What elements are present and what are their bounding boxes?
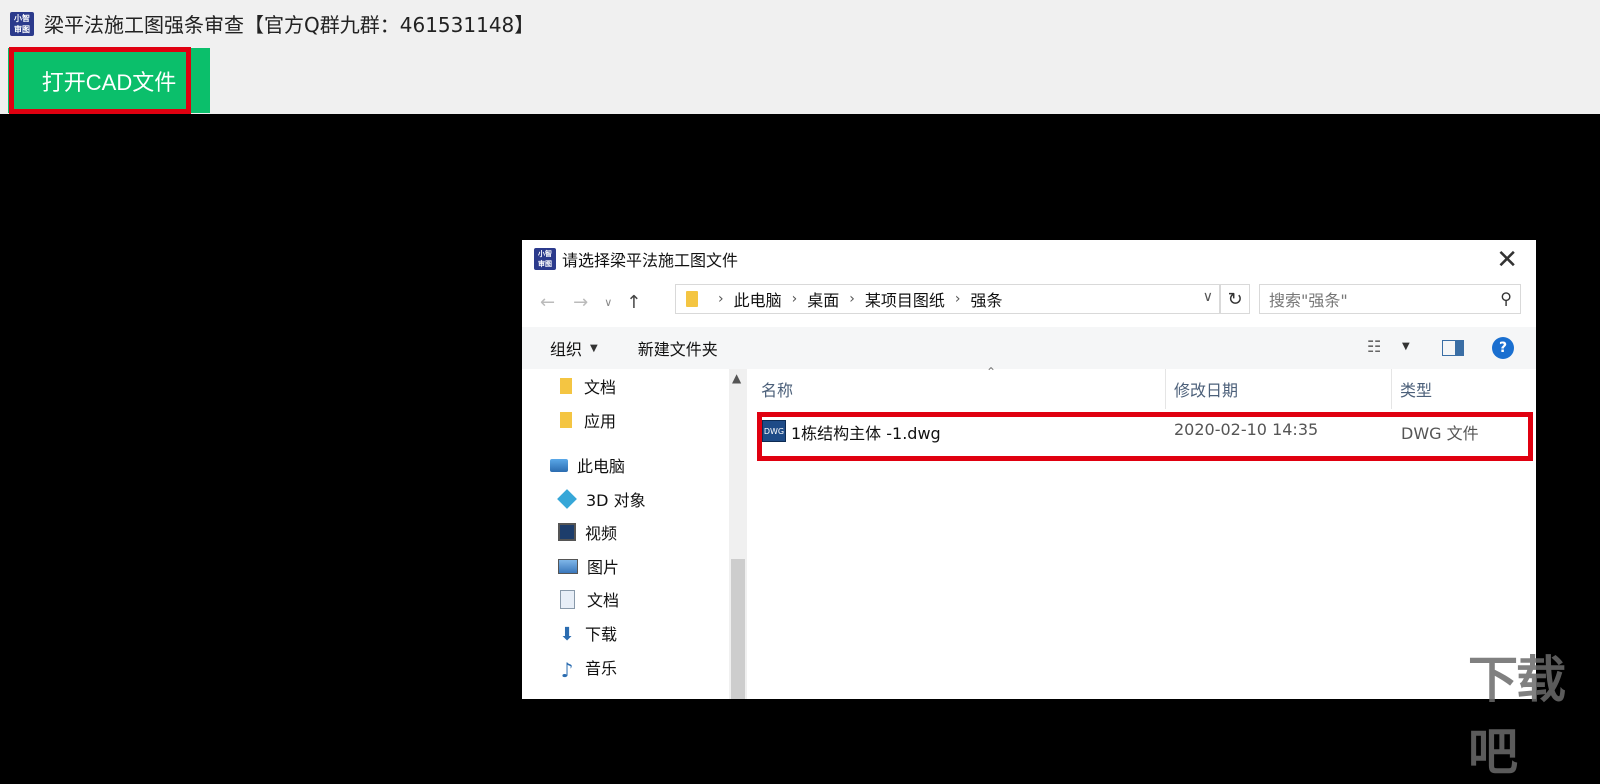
address-bar[interactable]: › 此电脑 › 桌面 › 某项目图纸 › 强条 ∨ [675,284,1220,314]
refresh-icon[interactable]: ↻ [1220,284,1250,314]
app-titlebar: 小智 审图 梁平法施工图强条审查【官方Q群九群：461531148】 [0,0,1600,47]
caret-down-icon: ▼ [590,342,598,354]
caret-down-icon[interactable]: ▼ [1402,341,1410,352]
nav-item-label: 应用 [584,412,617,431]
music-icon: ♪ [560,658,574,682]
nav-item-this-pc[interactable]: 此电脑 [550,450,625,480]
folder-icon [560,378,572,394]
nav-item-label: 下载 [585,625,618,644]
column-header-type[interactable]: 类型 [1392,369,1512,409]
preview-pane-icon[interactable] [1442,340,1464,356]
nav-item-apps-folder[interactable]: 应用 [560,405,616,435]
scroll-up-arrow-icon[interactable]: ▲ [732,371,741,385]
sort-ascending-icon: ⌃ [986,365,997,379]
open-cad-file-button[interactable]: 打开CAD文件 [8,48,210,113]
folder-icon [560,412,572,428]
breadcrumb-project-drawings[interactable]: 某项目图纸 [865,287,945,311]
nav-item-videos[interactable]: 视频 [558,517,617,547]
file-open-dialog: 小智 审图 请选择梁平法施工图文件 ✕ ← → ∨ ↑ › 此电脑 › 桌面 ›… [522,240,1536,699]
dialog-title: 请选择梁平法施工图文件 [562,251,739,270]
navigation-pane: 文档 应用 此电脑 3D 对象 视频 图片 文档 ⬇ 下载 ♪ 音乐 ▲ [522,369,747,699]
video-icon [558,523,576,541]
scroll-thumb[interactable] [731,559,745,699]
search-icon: ⚲ [1500,289,1512,308]
nav-item-label: 图片 [587,558,620,577]
command-bar: 组织 ▼ 新建文件夹 ☷ ▼ ? [522,327,1536,369]
nav-item-label: 此电脑 [577,457,626,476]
file-list: ⌃ 名称 修改日期 类型 DWG 1栋结构主体 -1.dwg 2020-02-1… [747,365,1536,699]
help-icon[interactable]: ? [1492,337,1514,359]
file-date: 2020-02-10 14:35 [1174,420,1319,439]
dialog-app-icon: 小智 审图 [534,248,556,270]
column-header-name[interactable]: ⌃ 名称 [761,365,1166,409]
folder-icon [686,291,698,307]
close-icon[interactable]: ✕ [1496,245,1518,275]
file-name: 1栋结构主体 -1.dwg [791,424,941,443]
search-input[interactable]: 搜索"强条" ⚲ [1259,284,1521,314]
nav-item-pictures[interactable]: 图片 [558,551,619,581]
chevron-right-icon: › [718,291,724,307]
nav-item-label: 3D 对象 [586,491,646,510]
file-row[interactable]: DWG 1栋结构主体 -1.dwg 2020-02-10 14:35 DWG 文… [747,409,1536,451]
column-header-date-label: 修改日期 [1174,381,1239,400]
nav-item-documents-folder[interactable]: 文档 [560,371,616,401]
nav-item-3d-objects[interactable]: 3D 对象 [557,484,646,514]
column-header-type-label: 类型 [1400,381,1433,400]
watermark-logo: 下载吧 [1468,651,1566,781]
computer-icon [550,458,568,472]
chevron-down-icon[interactable]: ∨ [1203,289,1213,305]
breadcrumb-this-pc[interactable]: 此电脑 [734,287,782,311]
main-toolbar: 打开CAD文件 [0,47,1600,115]
logo-text-top: 小智 [14,13,30,23]
back-arrow-icon[interactable]: ← [540,292,555,313]
nav-pane-scrollbar[interactable]: ▲ [729,369,747,699]
nav-item-label: 视频 [585,524,618,543]
column-header-date[interactable]: 修改日期 [1166,369,1392,409]
nav-item-documents[interactable]: 文档 [560,584,619,614]
organize-menu-button[interactable]: 组织 [550,336,582,360]
nav-item-music[interactable]: ♪ 音乐 [558,652,617,682]
breadcrumb-current[interactable]: 强条 [970,287,1002,311]
file-type: DWG 文件 [1401,424,1479,443]
nav-item-label: 音乐 [585,659,618,678]
up-arrow-icon[interactable]: ↑ [626,292,641,313]
nav-item-label: 文档 [587,591,620,610]
dialog-logo-text-bottom: 审图 [538,260,552,268]
recent-locations-chevron-icon[interactable]: ∨ [604,296,612,309]
breadcrumb-desktop[interactable]: 桌面 [807,287,839,311]
dwg-file-icon: DWG [762,420,786,442]
forward-arrow-icon[interactable]: → [573,292,588,313]
search-placeholder: 搜索"强条" [1269,291,1348,310]
app-logo-icon: 小智 审图 [10,11,34,36]
chevron-right-icon: › [791,291,798,307]
nav-item-downloads[interactable]: ⬇ 下载 [558,618,617,648]
chevron-right-icon: › [849,291,855,307]
dialog-logo-text-top: 小智 [538,250,552,258]
view-details-icon[interactable]: ☷ [1367,337,1381,356]
download-icon: ⬇ [559,624,575,645]
new-folder-button[interactable]: 新建文件夹 [638,336,718,360]
column-header-name-label: 名称 [761,381,794,400]
app-title: 梁平法施工图强条审查【官方Q群九群：461531148】 [44,13,535,37]
dialog-titlebar: 小智 审图 请选择梁平法施工图文件 ✕ [522,240,1536,278]
nav-item-label: 文档 [584,378,617,397]
chevron-right-icon: › [954,291,961,307]
3d-objects-icon [557,489,577,509]
document-icon [560,589,575,609]
picture-icon [558,558,578,574]
logo-text-bottom: 审图 [14,24,30,34]
